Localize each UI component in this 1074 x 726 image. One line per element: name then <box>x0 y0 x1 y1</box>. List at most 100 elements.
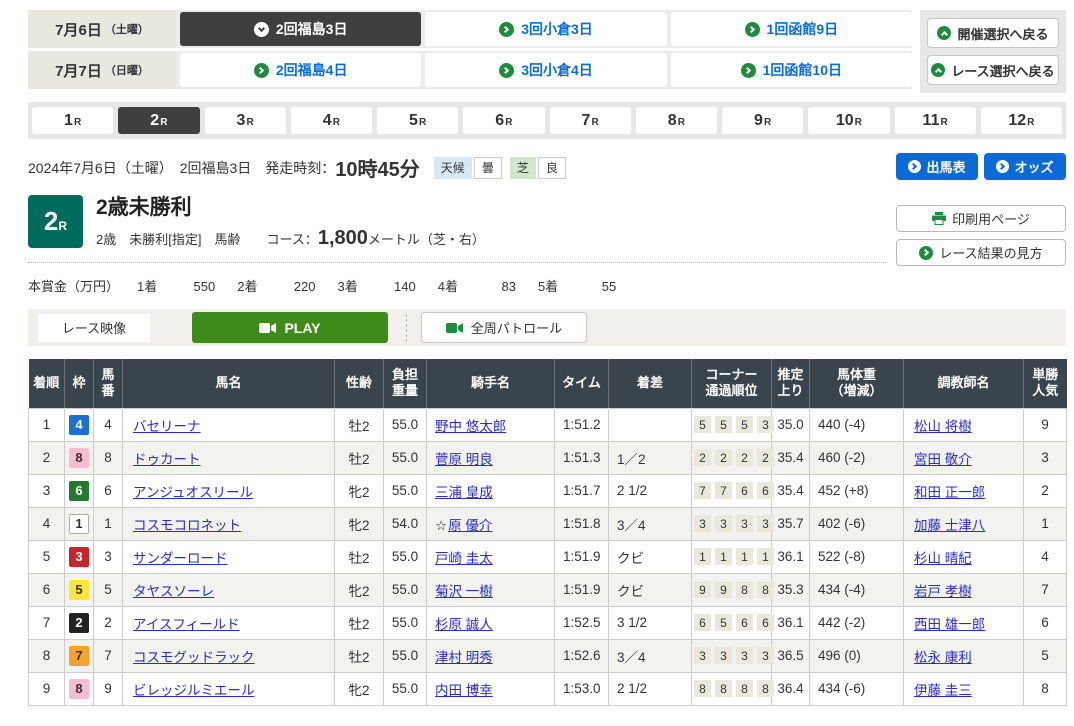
jockey-link[interactable]: 内田 博幸 <box>435 683 493 698</box>
race-tab-6r[interactable]: 6R <box>463 107 544 134</box>
race-tab-4r[interactable]: 4R <box>291 107 372 134</box>
race-tab-7r[interactable]: 7R <box>550 107 631 134</box>
race-tab-3r[interactable]: 3R <box>205 107 286 134</box>
race-conditions-text: 2歳 未勝利[指定] 馬齢 <box>96 229 240 248</box>
win-popularity: 6 <box>1024 606 1067 639</box>
chevron-right-icon <box>908 160 921 173</box>
jockey-link[interactable]: 三浦 皇成 <box>435 485 493 500</box>
sex-age: 牝2 <box>335 474 384 507</box>
result-guide-button[interactable]: レース結果の見方 <box>896 239 1066 266</box>
horse-name-link[interactable]: ビレッジルミエール <box>133 683 255 698</box>
trainer-link[interactable]: 和田 正一郎 <box>914 485 985 500</box>
trainer-link[interactable]: 松永 康利 <box>914 650 972 665</box>
start-time-label: 発走時刻： <box>265 158 335 178</box>
back-button[interactable]: レース選択へ戻る <box>927 55 1059 85</box>
video-band: レース映像 PLAY 全周パトロール <box>28 309 1066 346</box>
meeting-button[interactable]: 3回小倉3日 <box>425 12 666 46</box>
odds-label: オッズ <box>1014 157 1053 176</box>
corner-positions: 8888 <box>692 672 772 705</box>
play-label: PLAY <box>284 320 320 336</box>
trainer-cell: 杉山 晴紀 <box>904 540 1024 573</box>
prize-place: 2着 <box>237 276 257 295</box>
jockey-cell: ☆原 優介 <box>427 507 555 540</box>
jockey-link[interactable]: 菊沢 一樹 <box>435 584 493 599</box>
meeting-day-row: 7月6日（土曜）2回福島3日3回小倉3日1回函館9日 <box>28 10 912 48</box>
frame-badge: 6 <box>69 481 89 501</box>
race-tab-unit: R <box>160 117 167 128</box>
weather-value-badge: 曇 <box>474 157 502 179</box>
meeting-button[interactable]: 3回小倉4日 <box>425 53 666 87</box>
frame-cell: 1 <box>65 507 94 540</box>
horse-name-link[interactable]: バセリーナ <box>133 419 201 434</box>
column-header: 馬名 <box>123 359 335 408</box>
horse-name-link[interactable]: アイスフィールド <box>133 617 240 632</box>
sex-age: 牡2 <box>335 408 384 441</box>
horse-name-link[interactable]: コスモコロネット <box>133 518 241 533</box>
horse-name-link[interactable]: サンダーロード <box>133 551 228 566</box>
corner-positions: 1111 <box>692 540 772 573</box>
margin: 3／4 <box>609 639 692 672</box>
odds-button[interactable]: オッズ <box>984 153 1066 180</box>
sex-age: 牡2 <box>335 441 384 474</box>
trainer-link[interactable]: 西田 雄一郎 <box>914 617 985 632</box>
play-button[interactable]: PLAY <box>192 312 388 343</box>
race-section: 2024年7月6日（土曜） 2回福島3日 発走時刻： 10時45分 天候 曇 芝… <box>28 153 1066 295</box>
jockey-link[interactable]: 菅原 明良 <box>435 452 493 467</box>
horse-name-cell: コスモコロネット <box>123 507 335 540</box>
column-header: 着順 <box>29 359 65 408</box>
horse-name-link[interactable]: ドゥカート <box>133 452 201 467</box>
horse-name-cell: ビレッジルミエール <box>123 672 335 705</box>
jockey-link[interactable]: 津村 明秀 <box>435 650 493 665</box>
entry-table-button[interactable]: 出馬表 <box>896 153 978 180</box>
race-tab-2r[interactable]: 2R <box>118 107 199 134</box>
race-tab-unit: R <box>419 117 426 128</box>
course-suffix: メートル（芝・右） <box>368 229 485 248</box>
sex-age: 牡2 <box>335 639 384 672</box>
margin: 3 1/2 <box>609 606 692 639</box>
race-tab-unit: R <box>855 117 862 128</box>
jockey-link[interactable]: 杉原 誠人 <box>435 617 493 632</box>
race-tab-10r[interactable]: 10R <box>808 107 889 134</box>
impost-weight: 55.0 <box>384 573 427 606</box>
race-tab-8r[interactable]: 8R <box>636 107 717 134</box>
trainer-link[interactable]: 伊藤 圭三 <box>914 683 972 698</box>
meeting-button[interactable]: 1回函館10日 <box>671 53 912 87</box>
video-camera-icon <box>446 322 463 334</box>
corner-positions: 5553 <box>692 408 772 441</box>
chevron-right-icon <box>745 22 760 37</box>
race-tab-1r[interactable]: 1R <box>32 107 113 134</box>
race-tab-9r[interactable]: 9R <box>722 107 803 134</box>
trainer-link[interactable]: 加藤 士津八 <box>914 518 985 533</box>
race-tab-5r[interactable]: 5R <box>377 107 458 134</box>
trainer-link[interactable]: 松山 将樹 <box>914 419 972 434</box>
race-date-line: 2024年7月6日（土曜） 2回福島3日 <box>28 158 251 178</box>
horse-name-link[interactable]: アンジュオスリール <box>133 485 253 500</box>
horse-name-cell: タヤスソーレ <box>123 573 335 606</box>
meeting-button[interactable]: 2回福島4日 <box>180 53 421 87</box>
sex-age: 牝2 <box>335 573 384 606</box>
corner-position: 5 <box>715 614 732 631</box>
horse-name-link[interactable]: タヤスソーレ <box>133 584 214 599</box>
jockey-link[interactable]: 野中 悠太郎 <box>435 419 506 434</box>
meeting-button[interactable]: 2回福島3日 <box>180 12 421 46</box>
meeting-button[interactable]: 1回函館9日 <box>671 12 912 46</box>
back-button-label: レース選択へ戻る <box>951 61 1054 80</box>
race-tab-11r[interactable]: 11R <box>895 107 976 134</box>
trainer-link[interactable]: 宮田 敬介 <box>914 452 972 467</box>
horse-number: 4 <box>94 408 123 441</box>
chevron-right-icon <box>254 63 269 78</box>
horse-name-link[interactable]: コスモグッドラック <box>133 650 255 665</box>
trainer-link[interactable]: 岩戸 孝樹 <box>914 584 972 599</box>
result-row: 288ドゥカート牡255.0菅原 明良1:51.31／2222235.4460 … <box>29 441 1067 474</box>
trainer-link[interactable]: 杉山 晴紀 <box>914 551 972 566</box>
prize-amount: 55 <box>564 279 616 294</box>
trainer-cell: 西田 雄一郎 <box>904 606 1024 639</box>
back-button[interactable]: 開催選択へ戻る <box>927 18 1059 48</box>
jockey-link[interactable]: 原 優介 <box>448 518 492 533</box>
back-button-panel: 開催選択へ戻るレース選択へ戻る <box>920 10 1066 93</box>
print-page-button[interactable]: 印刷用ページ <box>896 205 1066 232</box>
chevron-right-icon <box>499 63 514 78</box>
patrol-video-button[interactable]: 全周パトロール <box>421 312 587 343</box>
jockey-link[interactable]: 戸崎 圭太 <box>435 551 493 566</box>
race-tab-12r[interactable]: 12R <box>981 107 1062 134</box>
